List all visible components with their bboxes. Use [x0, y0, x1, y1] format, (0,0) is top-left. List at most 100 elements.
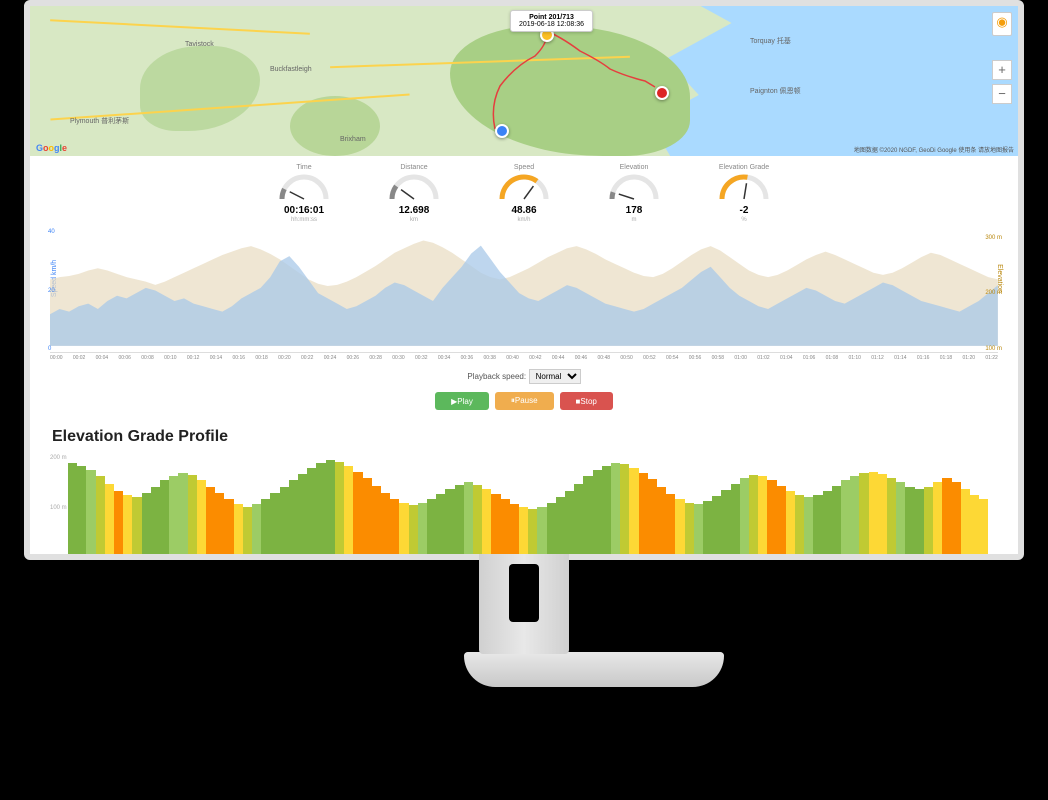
elevation-bar: [353, 472, 362, 560]
elevation-bar: [832, 486, 841, 560]
elevation-bar: [68, 463, 77, 560]
elevation-bar: [473, 485, 482, 560]
google-logo: Google: [36, 143, 67, 153]
elevation-bar: [933, 482, 942, 560]
map-attribution: 地图数据 ©2020 NGDF, GeoDi Google 使用条 请放地图报告: [854, 145, 1014, 154]
elevation-bar: [979, 499, 988, 560]
elevation-bar: [197, 480, 206, 560]
elevation-bar: [86, 470, 95, 560]
elevation-bar: [123, 495, 132, 560]
elevation-bar: [565, 491, 574, 560]
elevation-bar: [795, 495, 804, 560]
elevation-bar: [160, 480, 169, 560]
zoom-out-button[interactable]: −: [992, 84, 1012, 104]
elevation-bar: [409, 505, 418, 560]
elevation-grade-chart[interactable]: 100 m200 m: [50, 450, 998, 560]
elevation-bar: [666, 494, 675, 560]
elevation-bar: [455, 485, 464, 560]
elevation-bar: [970, 495, 979, 560]
elevation-bar: [105, 484, 114, 561]
elevation-bar: [519, 507, 528, 560]
elevation-bar: [611, 463, 620, 560]
play-button[interactable]: ▶Play: [435, 392, 489, 410]
elevation-bar: [178, 473, 187, 560]
elevation-bar: [721, 490, 730, 560]
elevation-bar: [629, 468, 638, 560]
elevation-bar: [298, 474, 307, 560]
elevation-bar: [528, 509, 537, 560]
elevation-bar: [905, 487, 914, 560]
elevation-bar: [887, 478, 896, 560]
stop-button[interactable]: ■Stop: [560, 392, 613, 410]
elevation-bar: [620, 464, 629, 560]
elevation-bar: [767, 480, 776, 560]
elevation-bar: [804, 497, 813, 560]
elevation-bar: [307, 468, 316, 560]
elevation-bar: [427, 499, 436, 560]
elevation-bar: [639, 473, 648, 560]
place-label: Paignton 佩恩顿: [750, 86, 801, 96]
elevation-bar: [132, 497, 141, 560]
monitor-screen: Point 201/713 2019-06-18 12:08:36 Plymou…: [24, 0, 1024, 560]
route-map[interactable]: Point 201/713 2019-06-18 12:08:36 Plymou…: [30, 6, 1018, 156]
playback-controls: Playback speed: Normal ▶Play ⏸Pause ■Sto…: [30, 361, 1018, 422]
elevation-bar: [841, 480, 850, 560]
elevation-bar: [206, 487, 215, 560]
elevation-bar: [234, 504, 243, 560]
elevation-bar: [289, 480, 298, 560]
gauge-speed: Speed 48.86 km/h: [484, 164, 564, 223]
end-marker-icon: [655, 86, 669, 100]
elevation-bar: [777, 486, 786, 560]
elevation-bar: [740, 478, 749, 560]
gauge-elevation: Elevation 178 m: [594, 164, 674, 223]
gauge-row: Time 00:16:01 hh:mm:ss Distance 12.698 k…: [30, 156, 1018, 231]
elevation-bar: [381, 493, 390, 560]
elevation-bar: [657, 487, 666, 560]
elevation-bar: [547, 503, 556, 560]
elevation-bar: [712, 496, 721, 560]
place-label: Buckfastleigh: [270, 66, 312, 73]
elevation-bar: [464, 482, 473, 560]
elevation-bar: [270, 493, 279, 560]
speed-elevation-chart[interactable]: Speed km/h Elevation 02040100 m200 m300 …: [50, 235, 998, 353]
streetview-pegman-icon[interactable]: ◉: [992, 12, 1012, 36]
gauge-time: Time 00:16:01 hh:mm:ss: [264, 164, 344, 223]
elevation-bar: [114, 491, 123, 560]
elevation-bar: [602, 466, 611, 560]
elevation-bar: [758, 476, 767, 560]
elevation-bar: [252, 504, 261, 560]
elevation-bar: [850, 476, 859, 560]
elevation-bar: [593, 470, 602, 560]
playback-speed-select[interactable]: Normal: [529, 369, 581, 384]
elevation-bar: [574, 484, 583, 561]
elevation-bar: [749, 475, 758, 560]
elevation-bar: [280, 487, 289, 560]
elevation-bar: [390, 499, 399, 560]
elevation-bar: [556, 497, 565, 560]
zoom-in-button[interactable]: +: [992, 60, 1012, 80]
place-label: Brixham: [340, 136, 366, 143]
monitor-stand: [464, 554, 584, 694]
elevation-bar: [188, 475, 197, 560]
place-label: Tavistock: [185, 41, 214, 48]
elevation-bar: [445, 489, 454, 560]
elevation-bar: [482, 489, 491, 560]
pause-button[interactable]: ⏸Pause: [495, 392, 554, 410]
gauge-elevation-grade: Elevation Grade -2 %: [704, 164, 784, 223]
elevation-bar: [501, 499, 510, 560]
elevation-bar: [372, 486, 381, 560]
elevation-bar: [399, 503, 408, 560]
elevation-bar: [869, 472, 878, 560]
elevation-bar: [326, 460, 335, 560]
elevation-bar: [537, 507, 546, 560]
elevation-bar: [96, 476, 105, 560]
elevation-bar: [703, 501, 712, 560]
elevation-bar: [510, 504, 519, 560]
elevation-section-title: Elevation Grade Profile: [30, 422, 1018, 450]
gauge-distance: Distance 12.698 km: [374, 164, 454, 223]
elevation-bar: [942, 478, 951, 560]
playback-speed-label: Playback speed:: [467, 372, 526, 381]
map-tooltip: Point 201/713 2019-06-18 12:08:36: [510, 10, 593, 32]
elevation-bar: [418, 503, 427, 560]
elevation-bar: [878, 474, 887, 560]
